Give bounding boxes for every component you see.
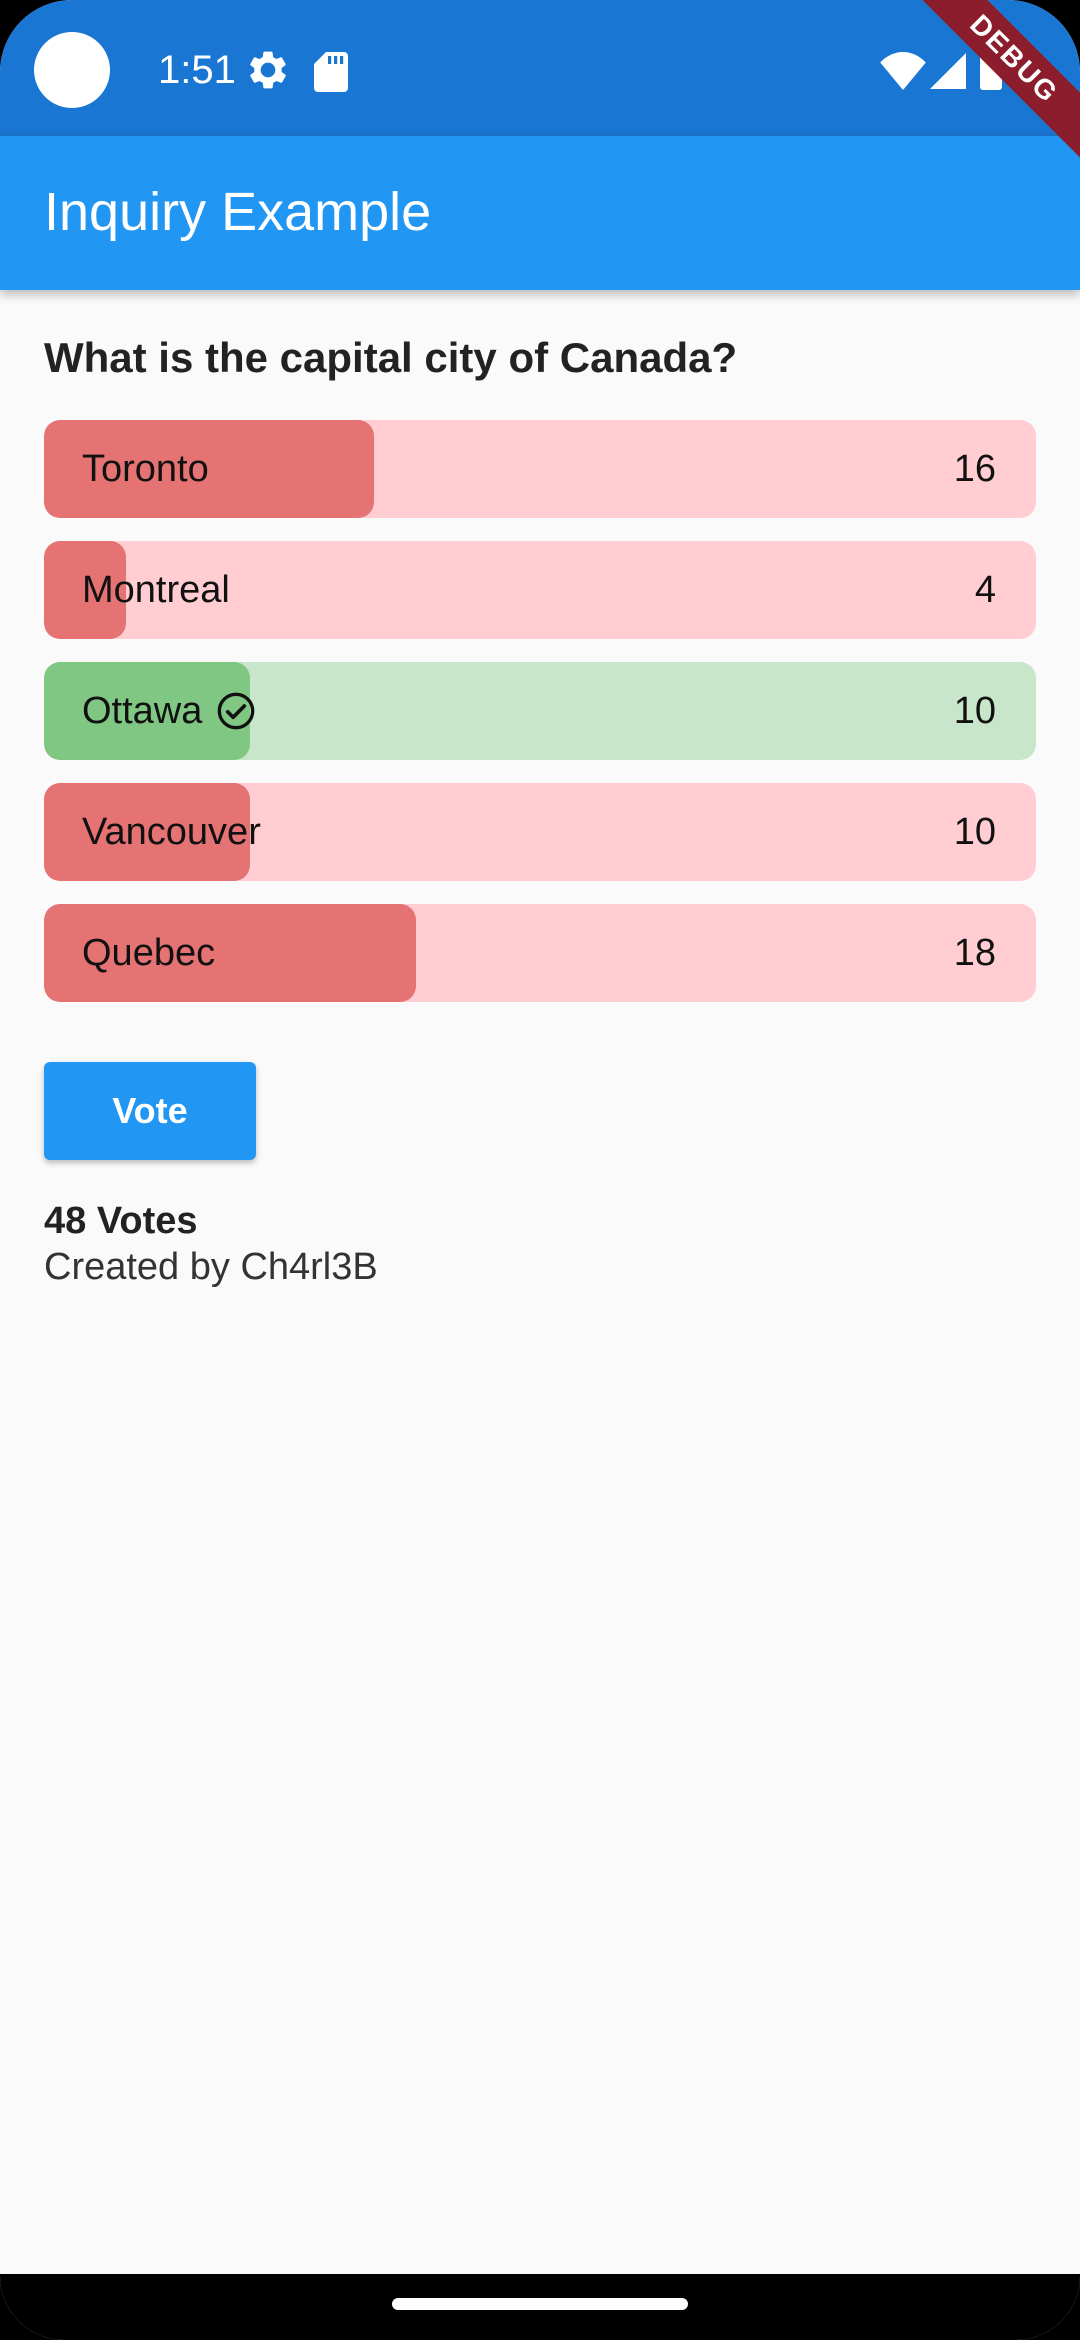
poll-question: What is the capital city of Canada? (44, 334, 738, 381)
app-title: Inquiry Example (44, 182, 432, 242)
option-label: Quebec (82, 932, 216, 974)
option-vancouver[interactable]: Vancouver 10 (44, 783, 1036, 881)
option-quebec[interactable]: Quebec 18 (44, 904, 1036, 1002)
home-indicator[interactable] (392, 2298, 688, 2310)
status-time: 1:51 (158, 48, 236, 92)
check-circle-icon (218, 692, 255, 730)
option-label: Toronto (82, 448, 209, 490)
option-count: 16 (953, 448, 996, 490)
wifi-icon (880, 52, 926, 90)
camera-cutout (34, 32, 110, 108)
navigation-bar (0, 2274, 1080, 2340)
status-bar: 1:51 (0, 0, 1080, 136)
option-count: 10 (953, 811, 996, 853)
app-screen: 1:51 DEBUG Inquiry Example What is the c… (0, 0, 1080, 2340)
option-label: Ottawa (82, 690, 203, 732)
option-montreal[interactable]: Montreal 4 (44, 541, 1036, 639)
option-ottawa[interactable]: Ottawa 10 (44, 662, 1036, 760)
vote-button[interactable]: Vote (44, 1062, 256, 1160)
option-label: Montreal (82, 569, 230, 611)
option-toronto[interactable]: Toronto 16 (44, 420, 1036, 518)
option-count: 10 (953, 690, 996, 732)
creator-credit: Created by Ch4rl3B (44, 1246, 378, 1288)
app-bar: Inquiry Example (0, 136, 1080, 290)
option-label: Vancouver (82, 811, 261, 853)
gear-icon (250, 51, 286, 89)
poll-options: Toronto 16 Montreal 4 Ottawa 10 Vancouve… (44, 420, 1036, 1025)
signal-icon (930, 53, 966, 89)
total-votes: 48 Votes (44, 1200, 198, 1242)
option-count: 4 (974, 569, 996, 611)
option-count: 18 (953, 932, 996, 974)
sd-card-icon (314, 52, 348, 92)
